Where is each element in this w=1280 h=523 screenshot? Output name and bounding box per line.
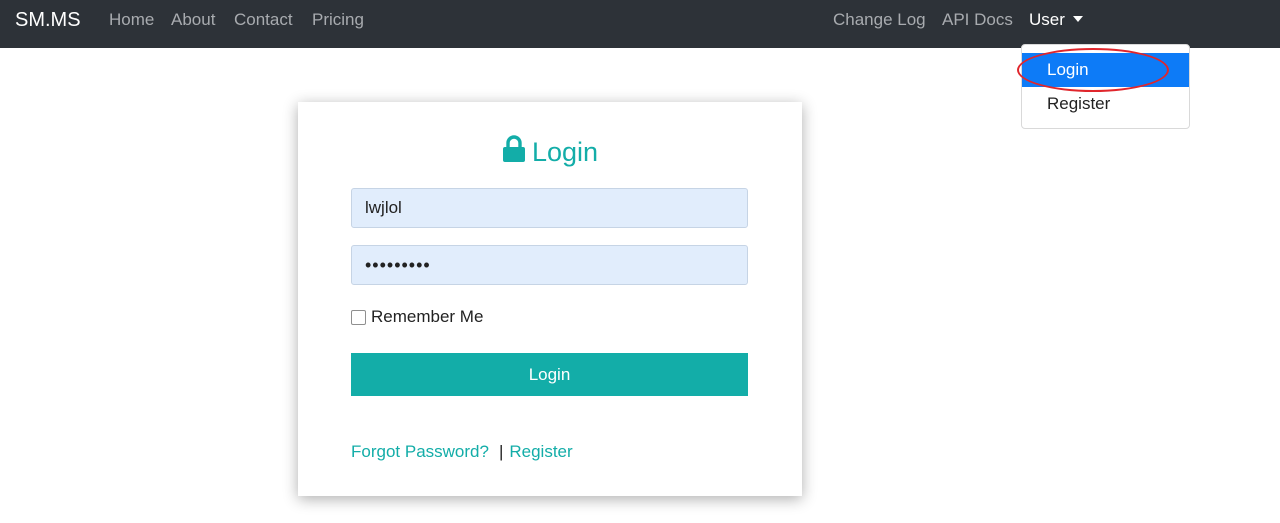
username-input[interactable] <box>351 188 748 228</box>
dropdown-item-login[interactable]: Login <box>1022 53 1189 87</box>
remember-me-checkbox[interactable] <box>351 310 366 325</box>
login-submit-button[interactable]: Login <box>351 353 748 396</box>
nav-link-about[interactable]: About <box>171 10 215 30</box>
user-menu-toggle[interactable]: User <box>1029 10 1083 30</box>
dropdown-item-register[interactable]: Register <box>1022 87 1189 121</box>
top-navbar: SM.MS Home About Contact Pricing Change … <box>0 0 1280 48</box>
forgot-password-link[interactable]: Forgot Password? <box>351 442 489 461</box>
brand-logo[interactable]: SM.MS <box>15 8 81 32</box>
nav-link-contact[interactable]: Contact <box>234 10 293 30</box>
nav-link-pricing[interactable]: Pricing <box>312 10 364 30</box>
nav-link-home[interactable]: Home <box>109 10 154 30</box>
login-heading: Login <box>298 135 802 168</box>
nav-link-change-log[interactable]: Change Log <box>833 10 926 30</box>
register-link[interactable]: Register <box>509 442 572 461</box>
remember-me-label[interactable]: Remember Me <box>371 306 483 328</box>
login-card: Login ••••••••• Remember Me Login Forgot… <box>298 102 802 496</box>
card-footer-links: Forgot Password? | Register <box>351 442 573 462</box>
user-dropdown-menu: Login Register <box>1021 44 1190 129</box>
lock-icon <box>502 135 525 162</box>
login-heading-text: Login <box>531 137 599 167</box>
link-separator: | <box>498 442 504 461</box>
password-input[interactable]: ••••••••• <box>351 245 748 285</box>
caret-down-icon <box>1072 16 1083 22</box>
nav-link-api-docs[interactable]: API Docs <box>942 10 1013 30</box>
user-menu-label: User <box>1029 10 1065 29</box>
